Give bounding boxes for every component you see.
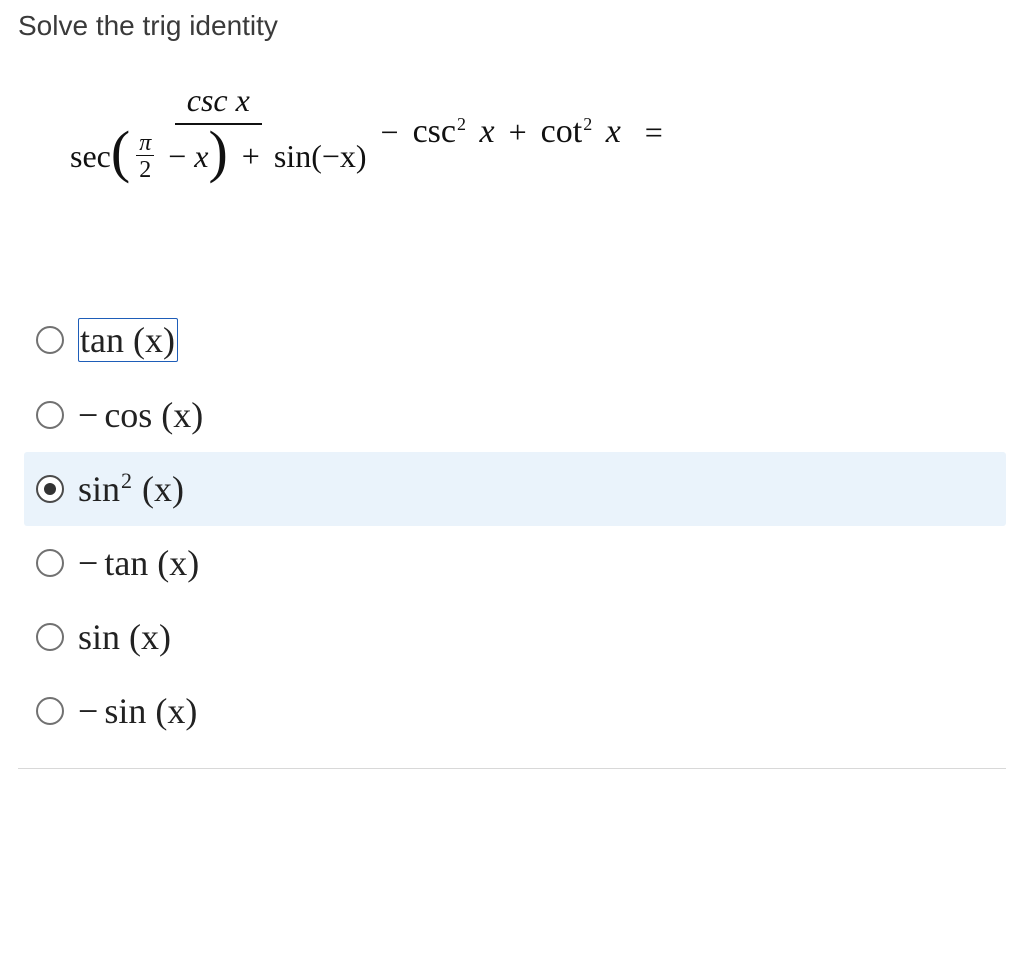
equals-sign: = xyxy=(645,114,663,151)
focused-label: tan (x) xyxy=(78,318,178,362)
main-fraction: csc x sec ( π 2 − x ) + sin (−x) xyxy=(70,82,367,182)
option-label: sin2 (x) xyxy=(78,468,184,510)
option-neg-cos[interactable]: −cos (x) xyxy=(24,378,1006,452)
radio-button[interactable] xyxy=(36,623,64,651)
option-label: −tan (x) xyxy=(78,542,199,584)
option-sin[interactable]: sin (x) xyxy=(24,600,1006,674)
radio-button[interactable] xyxy=(36,326,64,354)
question-page: Solve the trig identity csc x sec ( π 2 … xyxy=(0,0,1024,789)
radio-button[interactable] xyxy=(36,697,64,725)
option-neg-tan[interactable]: −tan (x) xyxy=(24,526,1006,600)
option-tan[interactable]: tan (x) xyxy=(24,302,1006,378)
minus-operator: − xyxy=(381,114,399,151)
answer-options: tan (x) −cos (x) sin2 (x) −tan (x) xyxy=(24,302,1006,748)
radio-button[interactable] xyxy=(36,549,64,577)
plus-operator: + xyxy=(509,114,527,151)
option-label: −sin (x) xyxy=(78,690,197,732)
question-title: Solve the trig identity xyxy=(18,10,1006,42)
option-label: −cos (x) xyxy=(78,394,203,436)
option-neg-sin[interactable]: −sin (x) xyxy=(24,674,1006,748)
csc-squared: csc2 x xyxy=(413,113,495,151)
equation-block: csc x sec ( π 2 − x ) + sin (−x) xyxy=(70,82,1006,262)
radio-button[interactable] xyxy=(36,401,64,429)
cot-squared: cot2 x xyxy=(541,113,621,151)
radio-button[interactable] xyxy=(36,475,64,503)
close-paren-icon: ) xyxy=(208,135,227,170)
pi-over-two: π 2 xyxy=(136,131,154,182)
option-label: sin (x) xyxy=(78,616,171,658)
radio-dot-icon xyxy=(44,483,56,495)
option-label: tan (x) xyxy=(78,318,178,362)
fraction-denominator: sec ( π 2 − x ) + sin (−x) xyxy=(70,125,367,182)
open-paren-icon: ( xyxy=(111,135,130,170)
divider xyxy=(18,768,1006,769)
option-sin-squared[interactable]: sin2 (x) xyxy=(24,452,1006,526)
